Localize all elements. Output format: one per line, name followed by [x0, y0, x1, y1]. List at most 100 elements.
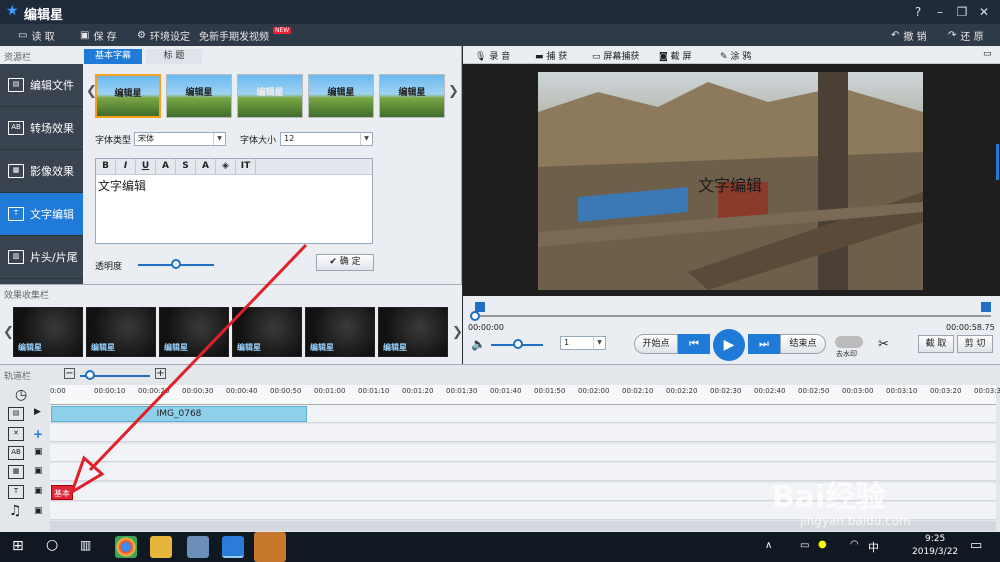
ruler-tick-label: 00:01:40 [490, 387, 522, 395]
save-button[interactable]: ▣ 保 存 [80, 28, 117, 43]
text-editor[interactable]: B I U A S A ◈ IT 文字编辑 [95, 158, 373, 244]
time-ruler[interactable]: 0:00 00:00:10 00:00:20 00:00:30 00:00:40 00:0… [50, 385, 1000, 405]
chrome-icon[interactable] [115, 536, 137, 558]
editor-app-icon[interactable] [222, 536, 244, 558]
watermark-toggle[interactable] [835, 336, 863, 348]
confirm-label: 确 定 [339, 257, 361, 267]
seek-handle[interactable] [470, 311, 480, 321]
paint-app-icon[interactable] [187, 536, 209, 558]
effect-thumb[interactable]: 编辑星 [232, 307, 302, 357]
search-circle-icon[interactable]: ○ [46, 537, 58, 553]
tab-title[interactable]: 标 题 [146, 49, 202, 64]
wechat-icon[interactable] [254, 532, 286, 562]
windows-start-icon[interactable]: ⊞ [12, 538, 24, 554]
effect-thumb[interactable]: 编辑星 [159, 307, 229, 357]
subtitle-clip[interactable]: 基本 [51, 485, 73, 500]
capture-button[interactable]: ▬ 捕 获 [535, 49, 567, 62]
cut-button[interactable]: 截 取 [918, 335, 954, 353]
underline-button[interactable]: U [136, 159, 156, 174]
tutorial-link[interactable]: 免新手期发视频 NEW [199, 27, 292, 43]
settings-button[interactable]: ⚙ 环境设定 [137, 28, 190, 43]
bold-button[interactable]: B [96, 159, 116, 174]
play-track-icon[interactable]: ▶ [34, 407, 41, 417]
play-button[interactable]: ▶ [713, 329, 745, 361]
font-color-button[interactable]: A [156, 159, 176, 174]
sidebar-item-transition[interactable]: AB 转场效果 [0, 107, 83, 150]
ruler-tick-label: 00:00:40 [226, 387, 258, 395]
effects-next-icon[interactable]: ❯ [452, 325, 463, 340]
lock-icon[interactable]: ▣ [34, 506, 43, 516]
confirm-button[interactable]: ✔ 确 定 [316, 254, 374, 271]
ruler-tick-label: 00:01:50 [534, 387, 566, 395]
subtitle-style-thumb[interactable]: 编辑星 [95, 74, 161, 118]
lock-icon[interactable]: ▣ [34, 447, 43, 457]
restore-button[interactable]: ❐ [952, 3, 972, 21]
preview-scrollbar[interactable] [996, 144, 999, 180]
seek-bar[interactable] [475, 315, 991, 317]
end-point-button[interactable]: 结束点 [780, 334, 826, 354]
zoom-handle[interactable] [85, 370, 95, 380]
forward-button[interactable]: ⏭ [748, 334, 780, 354]
lock-icon[interactable]: ▣ [34, 486, 43, 496]
subtitle-style-thumb[interactable]: 编辑星 [379, 74, 445, 118]
notification-icon[interactable]: ▭ [970, 538, 982, 553]
effect-thumb[interactable]: 编辑星 [86, 307, 156, 357]
close-button[interactable]: ✕ [974, 3, 994, 21]
effect-thumb[interactable]: 编辑星 [305, 307, 375, 357]
speed-select[interactable]: 1 ▼ [560, 336, 606, 350]
forward-icon: ⏭ [759, 337, 769, 350]
subtitle-style-thumb[interactable]: 编辑星 [308, 74, 374, 118]
zoom-in-button[interactable]: + [155, 368, 166, 379]
text-track-icon: T [8, 485, 24, 499]
paint-button[interactable]: ✎ 涂 鸦 [720, 49, 751, 62]
sidebar-item-text-edit[interactable]: T 文字编辑 [0, 193, 83, 236]
minimize-button[interactable]: – [930, 3, 950, 21]
audio-track[interactable] [50, 424, 996, 442]
undo-button[interactable]: ↶ 撤 销 [891, 28, 927, 43]
volume-icon[interactable]: 🔈 [471, 337, 486, 351]
zoom-out-button[interactable]: − [64, 368, 75, 379]
lock-icon[interactable]: ▣ [34, 466, 43, 476]
outline-button[interactable]: A [196, 159, 216, 174]
video-clip[interactable]: IMG_0768 [51, 406, 307, 422]
add-track-icon[interactable]: + [33, 427, 43, 441]
help-button[interactable]: ? [908, 3, 928, 21]
sidebar-item-intro-outro[interactable]: ▥ 片头/片尾 [0, 236, 83, 279]
opacity-slider-handle[interactable] [171, 259, 181, 269]
rewind-button[interactable]: ⏮ [678, 334, 710, 354]
split-button[interactable]: 剪 切 [957, 335, 993, 353]
subtitle-style-thumb[interactable]: 编辑星 [166, 74, 232, 118]
effect-thumb[interactable]: 编辑星 [378, 307, 448, 357]
network-icon[interactable]: ◠ [850, 539, 859, 550]
task-view-icon[interactable]: ▥ [80, 538, 91, 552]
open-button[interactable]: ▭ 读 取 [18, 28, 55, 43]
out-marker[interactable] [981, 302, 991, 312]
thumbs-next-icon[interactable]: ❯ [448, 84, 459, 99]
sidebar-item-edit-file[interactable]: ▤ 编辑文件 [0, 64, 83, 107]
italic-button[interactable]: I [116, 159, 136, 174]
tab-basic-subtitle[interactable]: 基本字幕 [84, 49, 142, 64]
transition-track[interactable] [50, 444, 996, 462]
volume-handle[interactable] [513, 339, 523, 349]
effect-thumb[interactable]: 编辑星 [13, 307, 83, 357]
tray-app-icon[interactable]: ● [818, 539, 827, 550]
sidebar-item-image-effect[interactable]: ▦ 影像效果 [0, 150, 83, 193]
audio-mute-icon[interactable]: ✕ [8, 427, 24, 441]
start-point-button[interactable]: 开始点 [634, 334, 678, 354]
redo-button[interactable]: ↷ 还 原 [948, 28, 984, 43]
ime-indicator[interactable]: 中 [868, 539, 879, 555]
screen-capture-button[interactable]: ▭ 屏幕捕获 [592, 49, 639, 62]
tray-up-icon[interactable]: ∧ [765, 540, 772, 551]
strike-button[interactable]: S [176, 159, 196, 174]
record-audio-button[interactable]: 🎙 录 音 [475, 49, 510, 62]
snapshot-button[interactable]: ◙ 截 屏 [659, 49, 691, 62]
scissors-icon[interactable]: ✂ [878, 337, 889, 352]
font-size-select[interactable]: 12 ▼ [280, 132, 373, 146]
fill-icon[interactable]: ◈ [216, 159, 236, 174]
maximize-preview-icon[interactable]: ▭ [983, 49, 992, 59]
font-type-select[interactable]: 宋体 ▼ [134, 132, 226, 146]
clock-date: 2019/3/22 [912, 547, 959, 557]
file-explorer-icon[interactable] [150, 536, 172, 558]
subtitle-style-thumb[interactable]: 编辑星 [237, 74, 303, 118]
vertical-text-button[interactable]: IT [236, 159, 256, 174]
